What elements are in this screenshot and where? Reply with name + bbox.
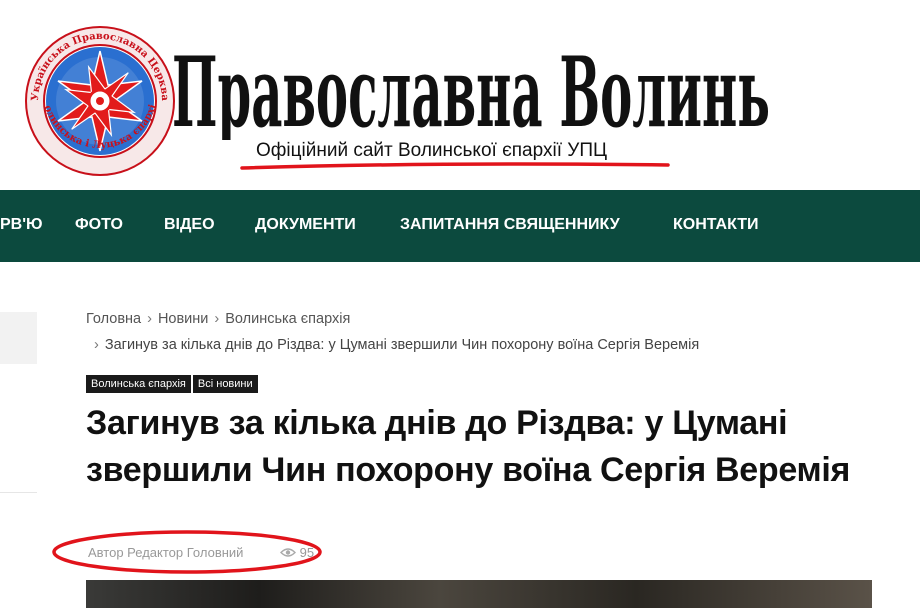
nav-item-ask-priest[interactable]: ЗАПИТАННЯ СВЯЩЕННИКУ [400,190,620,262]
article-title: Загинув за кілька днів до Різдва: у Цума… [86,404,851,489]
nav-item-contacts[interactable]: КОНТАКТИ [673,190,759,262]
nav-item-photo[interactable]: ФОТО [75,190,123,262]
breadcrumb-current: Загинув за кілька днів до Різдва: у Цума… [104,337,700,353]
tag-volyn-diocese[interactable]: Волинська єпархія [86,375,191,393]
nav-item-documents[interactable]: ДОКУМЕНТИ [255,190,356,262]
diocese-emblem-icon[interactable]: Українська Православна Церква Волинська … [24,25,176,177]
tagline-highlight-underline [240,162,670,170]
breadcrumb-separator: › [94,337,99,353]
site-header: Українська Православна Церква Волинська … [0,0,920,190]
nav-item-interview[interactable]: РВ'Ю [0,190,43,262]
main-navigation: РВ'Ю ФОТО ВІДЕО ДОКУМЕНТИ ЗАПИТАННЯ СВЯЩ… [0,190,920,262]
tag-all-news[interactable]: Всі новини [192,375,258,393]
article-hero-image[interactable] [86,580,872,608]
breadcrumb-news[interactable]: Новини [158,311,208,327]
breadcrumb-home[interactable]: Головна [86,311,141,327]
breadcrumb-separator: › [214,311,220,327]
breadcrumb-diocese[interactable]: Волинська єпархія [225,311,350,327]
site-name: Православна Волинь [172,36,770,140]
breadcrumb-separator: › [147,311,152,327]
site-tagline: Офіційний сайт Волинської єпархії УПЦ [256,140,608,161]
site-logo-text[interactable]: Православна Волинь [172,30,772,140]
nav-item-video[interactable]: ВІДЕО [164,190,215,262]
breadcrumb: Головна › Новини › Волинська єпархія [86,311,350,327]
article-tags: Волинська єпархія Всі новини [86,374,260,393]
breadcrumb-current-row: › Загинув за кілька днів до Різдва: у Цум… [94,337,699,353]
sidebar-search-box[interactable] [0,312,37,364]
sidebar-divider [0,492,37,493]
author-highlight-ellipse [52,530,322,574]
